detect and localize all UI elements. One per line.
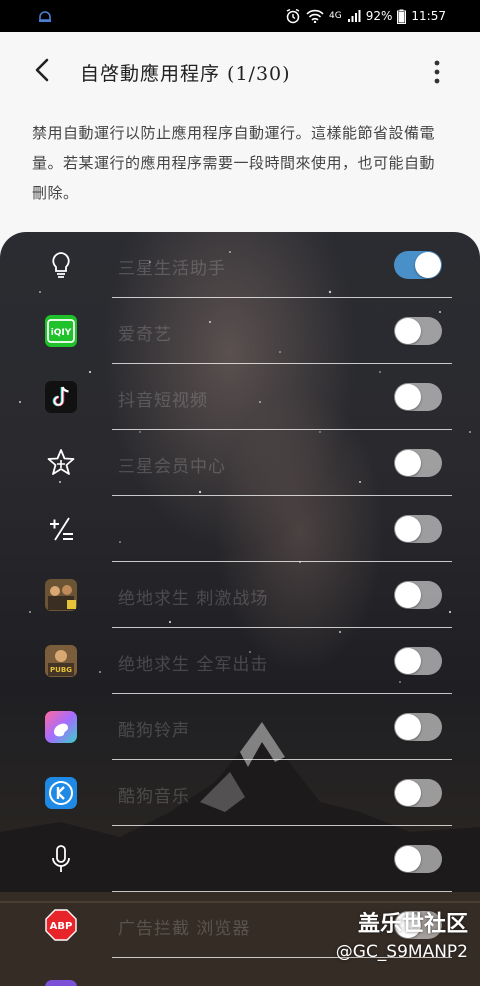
app-label: 三星生活助手 xyxy=(118,259,226,279)
paint-icon xyxy=(45,711,77,743)
network-type: 4G xyxy=(329,11,342,21)
app-bar: 自啓動應用程序 (1/30) xyxy=(0,32,480,108)
autorun-toggle[interactable] xyxy=(394,845,442,873)
list-item[interactable]: 三星会员中心 xyxy=(0,430,480,496)
status-bar: 4G 92% 11:57 xyxy=(0,0,480,32)
watermark-line1: 盖乐世社区 xyxy=(357,912,468,937)
adblock-icon: ABP xyxy=(45,909,77,941)
list-item[interactable] xyxy=(0,826,480,892)
wifi-icon xyxy=(306,9,324,23)
list-item[interactable]: PUBG 绝地求生 全军出击 xyxy=(0,628,480,694)
list-item[interactable]: 抖音短视频 xyxy=(0,364,480,430)
tiktok-icon xyxy=(45,381,77,413)
lightbulb-icon xyxy=(52,252,70,278)
autorun-toggle[interactable] xyxy=(394,449,442,477)
app-label: 抖音短视频 xyxy=(118,391,208,411)
autorun-toggle[interactable] xyxy=(394,581,442,609)
watermark: 盖乐世社区 @GC_S9MANP2 xyxy=(312,906,480,962)
autorun-toggle[interactable] xyxy=(394,779,442,807)
app-label: 酷狗音乐 xyxy=(118,787,190,807)
svg-text:ABP: ABP xyxy=(50,921,73,932)
list-item[interactable] xyxy=(0,958,480,986)
signal-icon xyxy=(347,10,361,22)
app-label: 三星会员中心 xyxy=(118,457,226,477)
app-label: 绝地求生 刺激战场 xyxy=(118,589,269,609)
list-item[interactable]: iQIY 爱奇艺 xyxy=(0,298,480,364)
list-item[interactable] xyxy=(0,496,480,562)
alarm-icon xyxy=(286,8,300,24)
app-icon-partial xyxy=(45,980,77,986)
pubg-icon-2: PUBG xyxy=(45,645,77,677)
list-item[interactable]: 酷狗音乐 xyxy=(0,760,480,826)
autorun-toggle[interactable] xyxy=(394,647,442,675)
page-title: 自啓動應用程序 (1/30) xyxy=(80,63,291,85)
calculator-icon xyxy=(50,517,73,541)
battery-icon xyxy=(397,9,407,24)
more-options-icon[interactable] xyxy=(430,58,444,86)
autorun-toggle[interactable] xyxy=(394,383,442,411)
app-label: 酷狗铃声 xyxy=(118,721,190,741)
clock: 11:57 xyxy=(411,9,446,23)
watermark-line2: @GC_S9MANP2 xyxy=(335,942,468,962)
app-list-card: 三星生活助手 iQIY 爱奇艺 抖音短视频 三星会员中心 绝地求生 刺激战场 P… xyxy=(0,232,480,986)
description-text: 禁用自動運行以防止應用程序自動運行。這樣能節省設備電量。若某運行的應用程序需要一… xyxy=(32,124,436,202)
app-label: 绝地求生 全军出击 xyxy=(118,655,269,675)
autorun-toggle[interactable] xyxy=(394,251,442,279)
app-label: 广告拦截 浏览器 xyxy=(118,919,251,939)
svg-text:PUBG: PUBG xyxy=(50,666,72,674)
kugou-icon xyxy=(45,777,77,809)
iqiyi-icon: iQIY xyxy=(45,315,77,347)
microphone-icon xyxy=(52,845,70,872)
list-item[interactable]: 酷狗铃声 xyxy=(0,694,480,760)
svg-text:iQIY: iQIY xyxy=(51,328,72,338)
list-item[interactable]: 绝地求生 刺激战场 xyxy=(0,562,480,628)
app-label: 爱奇艺 xyxy=(118,325,172,345)
autorun-toggle[interactable] xyxy=(394,515,442,543)
battery-percent: 92% xyxy=(365,9,393,23)
cloud-notification-icon xyxy=(39,11,51,22)
autorun-toggle[interactable] xyxy=(394,317,442,345)
star-add-icon xyxy=(47,449,75,475)
back-arrow-icon[interactable] xyxy=(28,54,56,86)
list-item[interactable]: 三星生活助手 xyxy=(0,232,480,298)
autorun-toggle[interactable] xyxy=(394,713,442,741)
pubg-icon xyxy=(45,579,77,611)
